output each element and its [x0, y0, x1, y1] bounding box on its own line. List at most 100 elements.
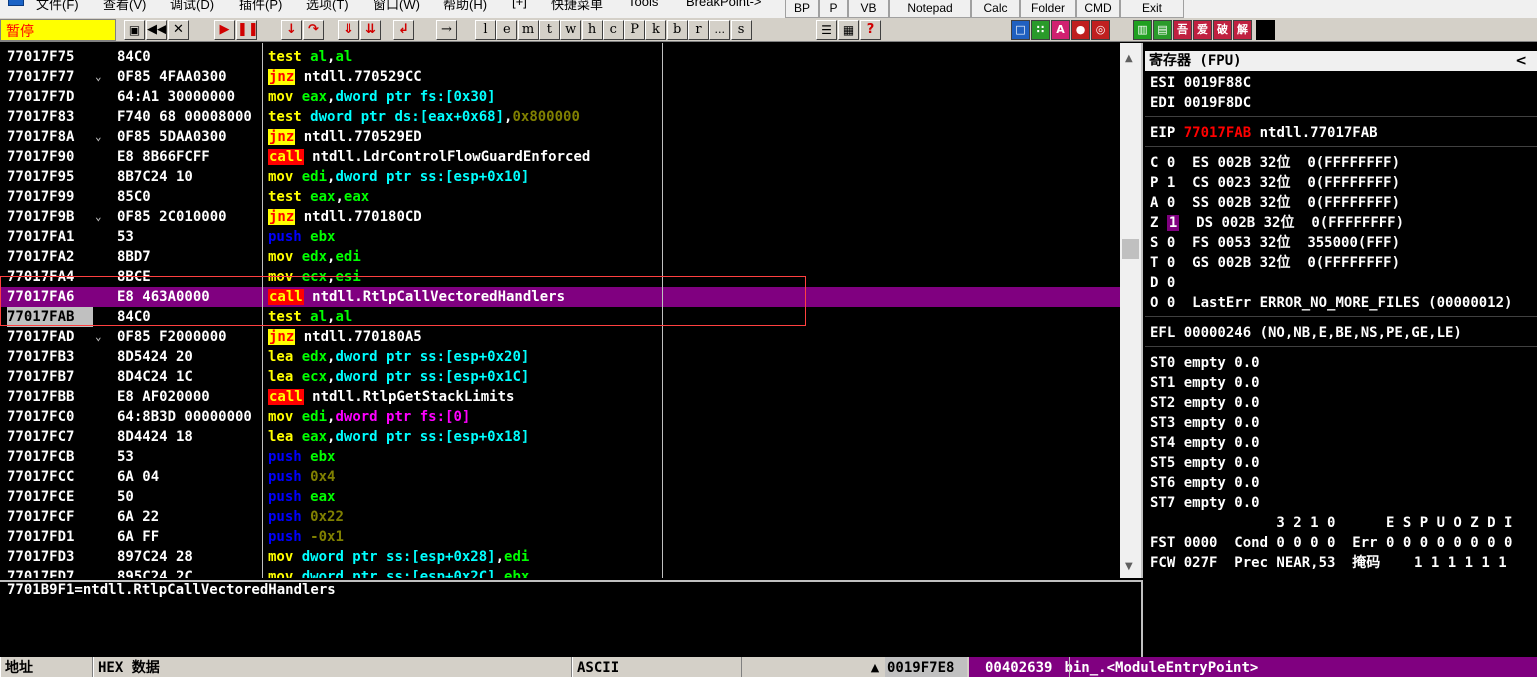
- plugin-icon[interactable]: ∷: [1031, 20, 1050, 40]
- scroll-down-icon[interactable]: ▼: [1125, 561, 1133, 572]
- tool-button[interactable]: CMD: [1076, 0, 1120, 18]
- flag-row[interactable]: Z 1 DS 002B 32位 0(FFFFFFFF): [1150, 213, 1404, 233]
- dump-hex-header[interactable]: HEX 数据: [93, 657, 572, 677]
- record-icon[interactable]: ●: [1071, 20, 1090, 40]
- trace-over-icon[interactable]: ⇊: [360, 20, 381, 40]
- fpu-register[interactable]: ST7 empty 0.0: [1150, 493, 1260, 513]
- flag-row[interactable]: A 0 SS 002B 32位 0(FFFFFFFF): [1150, 193, 1400, 213]
- step-into-icon[interactable]: ↓: [281, 20, 302, 40]
- fpu-register[interactable]: ST5 empty 0.0: [1150, 453, 1260, 473]
- register-header[interactable]: 寄存器 (FPU) <: [1145, 51, 1537, 71]
- collapse-icon[interactable]: <: [1515, 51, 1527, 71]
- decode-icon[interactable]: 解: [1233, 20, 1252, 40]
- window-button[interactable]: c: [602, 20, 624, 40]
- fpu-control[interactable]: FCW 027F Prec NEAR,53 掩码 1 1 1 1 1 1: [1150, 553, 1507, 573]
- flag-row[interactable]: T 0 GS 002B 32位 0(FFFFFFFF): [1150, 253, 1400, 273]
- dump-address-header[interactable]: 地址: [0, 657, 93, 677]
- flag-value[interactable]: 1: [1167, 175, 1175, 191]
- disasm-row[interactable]: 77017F83 F740 68 00008000 test dword ptr d…: [0, 107, 1120, 127]
- flag-row[interactable]: P 1 CS 0023 32位 0(FFFFFFFF): [1150, 173, 1400, 193]
- execute-till-return-icon[interactable]: ↲: [393, 20, 414, 40]
- fpu-register[interactable]: ST1 empty 0.0: [1150, 373, 1260, 393]
- window-button[interactable]: r: [688, 20, 709, 40]
- disasm-row[interactable]: 77017FA1 53 push ebx: [0, 227, 1120, 247]
- tool-button[interactable]: Notepad: [889, 0, 971, 18]
- disasm-row[interactable]: 77017F75 84C0 test al,al: [0, 47, 1120, 67]
- reg-esi[interactable]: ESI 0019F88C: [1150, 73, 1251, 93]
- table-icon[interactable]: ▤: [1153, 20, 1172, 40]
- disasm-row[interactable]: 77017F7D 64:A1 30000000 mov eax,dword ptr …: [0, 87, 1120, 107]
- flag-value[interactable]: 0: [1167, 235, 1175, 251]
- window-icon[interactable]: □: [1011, 20, 1030, 40]
- menu-item[interactable]: 选项(T): [306, 0, 349, 12]
- menu-item[interactable]: 快捷菜单: [551, 0, 603, 12]
- stack-row[interactable]: ▲ 0019F7E8 00402639 bin_.<ModuleEntryPoin…: [865, 657, 1537, 677]
- dump-ascii-header[interactable]: ASCII: [572, 657, 742, 677]
- reg-efl[interactable]: EFL 00000246 (NO,NB,E,BE,NS,PE,GE,LE): [1150, 323, 1462, 343]
- run-icon[interactable]: ▶: [214, 20, 235, 40]
- disasm-row[interactable]: 77017F95 8B7C24 10 mov edi,dword ptr ss:[e…: [0, 167, 1120, 187]
- fpu-register[interactable]: ST3 empty 0.0: [1150, 413, 1260, 433]
- tool-button[interactable]: P: [819, 0, 848, 18]
- menu-item[interactable]: [+]: [512, 0, 527, 12]
- fpu-register[interactable]: ST4 empty 0.0: [1150, 433, 1260, 453]
- fpu-register[interactable]: ST2 empty 0.0: [1150, 393, 1260, 413]
- disasm-row[interactable]: 77017FD1 6A FF push -0x1: [0, 527, 1120, 547]
- disasm-row[interactable]: 77017FCE 50 push eax: [0, 487, 1120, 507]
- reg-edi[interactable]: EDI 0019F8DC: [1150, 93, 1251, 113]
- chart-icon[interactable]: ▥: [1133, 20, 1152, 40]
- scroll-thumb[interactable]: [1122, 239, 1139, 259]
- disasm-row[interactable]: 77017FC7 8D4424 18 lea eax,dword ptr ss:[e…: [0, 427, 1120, 447]
- goto-icon[interactable]: →: [436, 20, 457, 40]
- disasm-row[interactable]: 77017FC0 64:8B3D 00000000 mov edi,dword pt…: [0, 407, 1120, 427]
- step-over-icon[interactable]: ↷: [303, 20, 324, 40]
- flag-value[interactable]: 0: [1167, 275, 1175, 291]
- window-button[interactable]: k: [645, 20, 667, 40]
- window-button[interactable]: e: [496, 20, 518, 40]
- window-button[interactable]: t: [538, 20, 560, 40]
- flag-value[interactable]: 1: [1166, 215, 1180, 231]
- disasm-row[interactable]: 77017FCC 6A 04 push 0x4: [0, 467, 1120, 487]
- flag-value[interactable]: 0: [1167, 255, 1175, 271]
- window-button[interactable]: ...: [709, 20, 731, 40]
- menu-item[interactable]: 窗口(W): [373, 0, 420, 12]
- grid-icon[interactable]: ▦: [838, 20, 859, 40]
- menu-item[interactable]: BreakPoint->: [686, 0, 762, 12]
- disasm-row[interactable]: 77017FB7 8D4C24 1C lea ecx,dword ptr ss:[e…: [0, 367, 1120, 387]
- close-icon[interactable]: ✕: [168, 20, 189, 40]
- disasm-row[interactable]: 77017FD3 897C24 28 mov dword ptr ss:[esp+0…: [0, 547, 1120, 567]
- disasm-row[interactable]: 77017F77 ⌄ 0F85 4FAA0300 jnz ntdll.770529CC: [0, 67, 1120, 87]
- disasm-row[interactable]: 77017F9B ⌄ 0F85 2C010000 jnz ntdll.770180CD: [0, 207, 1120, 227]
- list-icon[interactable]: ☰: [816, 20, 837, 40]
- menu-item[interactable]: 帮助(H): [443, 0, 487, 12]
- flag-value[interactable]: 0: [1167, 195, 1175, 211]
- disasm-row[interactable]: 77017FCF 6A 22 push 0x22: [0, 507, 1120, 527]
- window-button[interactable]: P: [624, 20, 646, 40]
- window-button[interactable]: h: [581, 20, 603, 40]
- love-icon[interactable]: 爱: [1193, 20, 1212, 40]
- window-button[interactable]: l: [475, 20, 496, 40]
- flag-value[interactable]: 0: [1167, 295, 1175, 311]
- window-button[interactable]: m: [517, 20, 539, 40]
- fpu-register[interactable]: ST6 empty 0.0: [1150, 473, 1260, 493]
- flag-value[interactable]: 0: [1167, 155, 1175, 171]
- scroll-up-icon[interactable]: ▲: [1125, 53, 1133, 64]
- tool-button[interactable]: Folder: [1020, 0, 1076, 18]
- flag-row[interactable]: D 0: [1150, 273, 1192, 293]
- window-button[interactable]: s: [730, 20, 752, 40]
- flag-row[interactable]: O 0 LastErr ERROR_NO_MORE_FILES (0000001…: [1150, 293, 1512, 313]
- menu-item[interactable]: 调试(D): [170, 0, 214, 12]
- register-pane[interactable]: 寄存器 (FPU) < ESI 0019F88C EDI 0019F8DC EI…: [1145, 43, 1537, 657]
- lang-icon[interactable]: 吾: [1173, 20, 1192, 40]
- restart-icon[interactable]: ◀◀: [146, 20, 167, 40]
- menu-item[interactable]: Tools: [628, 0, 658, 12]
- disasm-row[interactable]: 77017FD7 895C24 2C mov dword ptr ss:[esp+0…: [0, 567, 1120, 578]
- target-icon[interactable]: ◎: [1091, 20, 1110, 40]
- tool-button[interactable]: BP: [785, 0, 819, 18]
- vertical-scrollbar[interactable]: ▲ ▼: [1120, 43, 1141, 578]
- window-button[interactable]: b: [666, 20, 688, 40]
- tool-button[interactable]: Exit: [1120, 0, 1184, 18]
- menu-item[interactable]: 插件(P): [239, 0, 282, 12]
- flag-row[interactable]: C 0 ES 002B 32位 0(FFFFFFFF): [1150, 153, 1400, 173]
- disasm-row[interactable]: 77017FCB 53 push ebx: [0, 447, 1120, 467]
